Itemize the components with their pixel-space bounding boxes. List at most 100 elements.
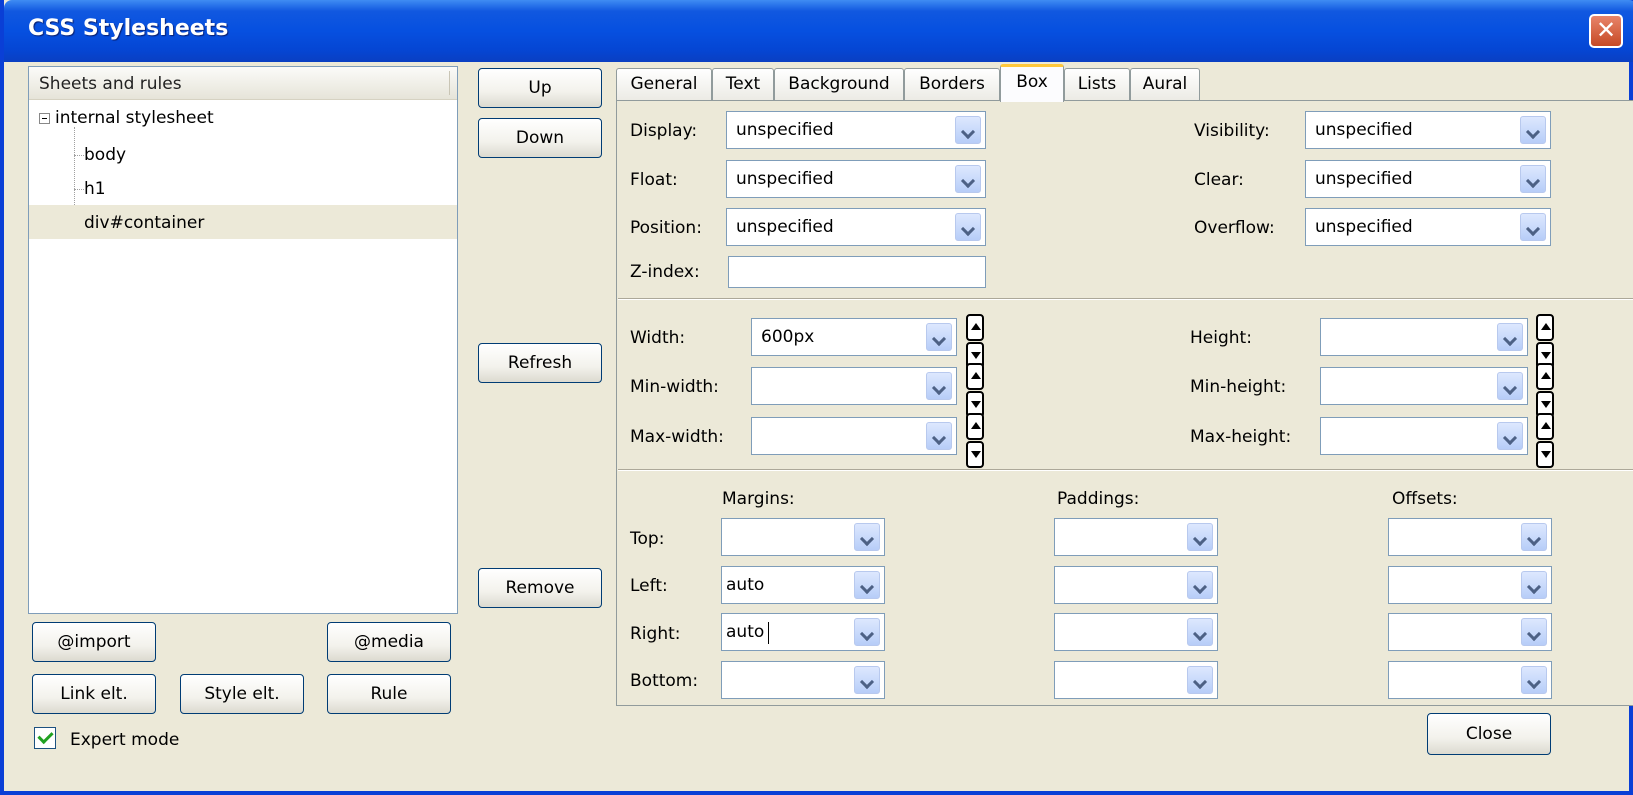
margin-right-select[interactable]: auto: [721, 613, 885, 651]
decrement-icon[interactable]: [966, 441, 984, 468]
float-select[interactable]: unspecified: [726, 160, 986, 198]
width-stepper[interactable]: [966, 314, 984, 370]
increment-icon[interactable]: [1536, 363, 1554, 390]
tab-background[interactable]: Background: [774, 68, 904, 100]
chevron-down-icon[interactable]: [955, 116, 981, 144]
chevron-down-icon[interactable]: [926, 323, 952, 351]
zindex-input[interactable]: [728, 256, 986, 288]
chevron-down-icon[interactable]: [854, 523, 880, 551]
chevron-down-icon[interactable]: [1521, 571, 1547, 599]
visibility-select[interactable]: unspecified: [1305, 111, 1551, 149]
tab-text[interactable]: Text: [712, 68, 774, 100]
chevron-down-icon[interactable]: [1497, 372, 1523, 400]
media-button[interactable]: @media: [327, 622, 451, 662]
increment-icon[interactable]: [966, 413, 984, 440]
window-close-button[interactable]: ✕: [1589, 14, 1623, 48]
chevron-down-icon[interactable]: [854, 571, 880, 599]
tab-general[interactable]: General: [616, 68, 712, 100]
chevron-down-icon[interactable]: [1520, 116, 1546, 144]
sheets-tree-panel[interactable]: Sheets and rules internal stylesheet bod…: [28, 66, 458, 614]
tree-item-root[interactable]: internal stylesheet: [55, 108, 214, 128]
width-value: 600px: [761, 327, 815, 347]
tree-item-h1[interactable]: h1: [84, 179, 106, 199]
close-button[interactable]: Close: [1427, 713, 1551, 755]
offset-top-select[interactable]: [1388, 518, 1552, 556]
close-icon: ✕: [1595, 16, 1617, 44]
tree-line: [74, 189, 84, 190]
chevron-down-icon[interactable]: [1521, 618, 1547, 646]
style-element-button[interactable]: Style elt.: [180, 674, 304, 714]
increment-icon[interactable]: [966, 314, 984, 341]
chevron-down-icon[interactable]: [1187, 666, 1213, 694]
chevron-down-icon[interactable]: [1520, 213, 1546, 241]
margin-left-select[interactable]: auto: [721, 566, 885, 604]
width-select[interactable]: 600px: [751, 318, 957, 356]
margin-bottom-select[interactable]: [721, 661, 885, 699]
down-button[interactable]: Down: [478, 118, 602, 158]
header-divider: [449, 71, 450, 95]
chevron-down-icon[interactable]: [1521, 666, 1547, 694]
margin-top-select[interactable]: [721, 518, 885, 556]
display-value: unspecified: [736, 120, 834, 140]
chevron-down-icon[interactable]: [926, 372, 952, 400]
link-element-button[interactable]: Link elt.: [32, 674, 156, 714]
refresh-button[interactable]: Refresh: [478, 343, 602, 383]
max-width-stepper[interactable]: [966, 413, 984, 469]
chevron-down-icon[interactable]: [1521, 523, 1547, 551]
chevron-down-icon[interactable]: [1187, 523, 1213, 551]
decrement-icon[interactable]: [1536, 441, 1554, 468]
min-height-stepper[interactable]: [1536, 363, 1554, 419]
height-stepper[interactable]: [1536, 314, 1554, 370]
display-select[interactable]: unspecified: [726, 111, 986, 149]
min-width-stepper[interactable]: [966, 363, 984, 419]
max-height-stepper[interactable]: [1536, 413, 1554, 469]
increment-icon[interactable]: [966, 363, 984, 390]
chevron-down-icon[interactable]: [854, 618, 880, 646]
remove-button[interactable]: Remove: [478, 568, 602, 608]
increment-icon[interactable]: [1536, 314, 1554, 341]
height-select[interactable]: [1320, 318, 1528, 356]
up-button[interactable]: Up: [478, 68, 602, 108]
min-width-select[interactable]: [751, 367, 957, 405]
padding-bottom-select[interactable]: [1054, 661, 1218, 699]
position-label: Position:: [630, 218, 702, 238]
chevron-down-icon[interactable]: [1520, 165, 1546, 193]
max-height-label: Max-height:: [1190, 427, 1292, 447]
tab-box[interactable]: Box: [1000, 64, 1064, 102]
padding-top-select[interactable]: [1054, 518, 1218, 556]
increment-icon[interactable]: [1536, 413, 1554, 440]
padding-right-select[interactable]: [1054, 613, 1218, 651]
tab-aural[interactable]: Aural: [1130, 68, 1200, 100]
clear-select[interactable]: unspecified: [1305, 160, 1551, 198]
chevron-down-icon[interactable]: [1497, 323, 1523, 351]
overflow-select[interactable]: unspecified: [1305, 208, 1551, 246]
visibility-value: unspecified: [1315, 120, 1413, 140]
tree-item-body[interactable]: body: [84, 145, 126, 165]
collapse-icon[interactable]: [39, 113, 50, 124]
tab-borders[interactable]: Borders: [904, 68, 1000, 100]
chevron-down-icon[interactable]: [1497, 422, 1523, 450]
chevron-down-icon[interactable]: [955, 165, 981, 193]
max-width-select[interactable]: [751, 417, 957, 455]
chevron-down-icon[interactable]: [854, 666, 880, 694]
chevron-down-icon[interactable]: [926, 422, 952, 450]
chevron-down-icon[interactable]: [1187, 571, 1213, 599]
tree-item-div-container[interactable]: div#container: [84, 213, 204, 233]
expert-mode-checkbox[interactable]: [34, 727, 56, 749]
chevron-down-icon[interactable]: [955, 213, 981, 241]
offset-left-select[interactable]: [1388, 566, 1552, 604]
chevron-down-icon[interactable]: [1187, 618, 1213, 646]
section-divider: [618, 469, 1633, 471]
offset-right-select[interactable]: [1388, 613, 1552, 651]
import-button[interactable]: @import: [32, 622, 156, 662]
margins-header: Margins:: [722, 489, 795, 509]
min-height-select[interactable]: [1320, 367, 1528, 405]
tab-lists[interactable]: Lists: [1064, 68, 1130, 100]
max-height-select[interactable]: [1320, 417, 1528, 455]
offset-bottom-select[interactable]: [1388, 661, 1552, 699]
title-bar[interactable]: CSS Stylesheets ✕: [4, 0, 1633, 62]
rule-button[interactable]: Rule: [327, 674, 451, 714]
padding-left-select[interactable]: [1054, 566, 1218, 604]
left-label: Left:: [630, 576, 668, 596]
position-select[interactable]: unspecified: [726, 208, 986, 246]
